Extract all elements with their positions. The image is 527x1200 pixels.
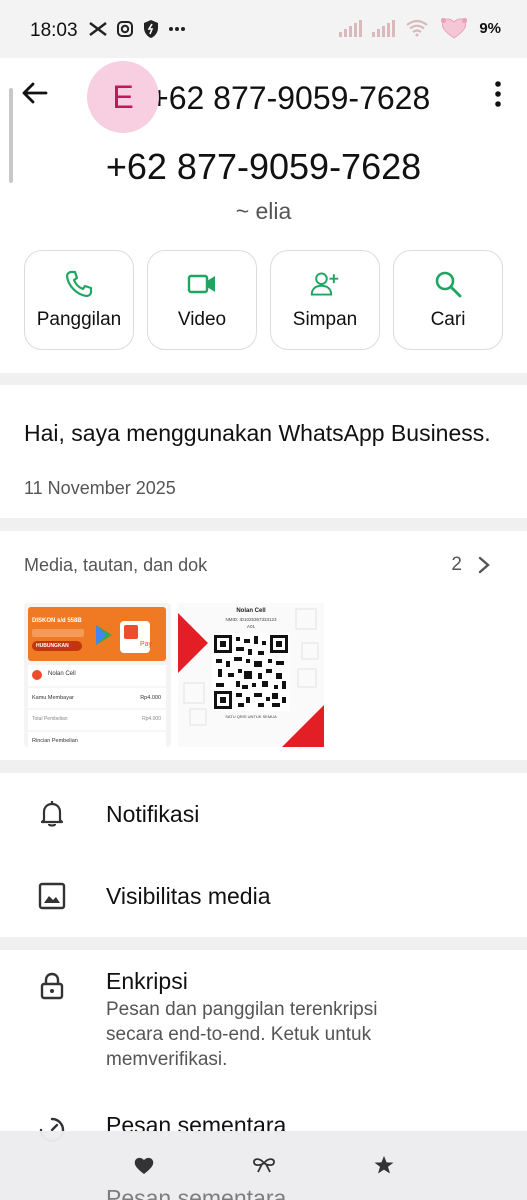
- video-label: Video: [177, 309, 227, 330]
- notifications-row[interactable]: Notifikasi: [0, 773, 527, 855]
- signal-1-icon: [339, 19, 363, 37]
- search-button[interactable]: Cari: [393, 250, 503, 350]
- qris-merchant: Nolan Cell: [236, 608, 266, 614]
- shield-icon: [144, 20, 158, 38]
- capcut-icon: [89, 22, 107, 36]
- instagram-icon: [117, 21, 133, 37]
- signal-2-icon: [372, 19, 396, 37]
- settings-group-media: Notifikasi Visibilitas media: [0, 773, 527, 937]
- encryption-title: Enkripsi: [106, 968, 188, 994]
- media-thumbnail-receipt[interactable]: DISKON s/d 558B HUBUNGKAN Pay Nolan Cell…: [24, 603, 171, 747]
- about-text: Hai, saya menggunakan WhatsApp Business.: [24, 420, 491, 446]
- receipt-paid-label: Kamu Membayar: [32, 695, 74, 701]
- heart-icon[interactable]: [133, 1155, 155, 1175]
- receipt-pay-logo: Pay: [140, 641, 153, 648]
- contact-phone: +62 877-9059-7628: [105, 146, 422, 187]
- media-visibility-label: Visibilitas media: [106, 883, 271, 909]
- back-arrow-icon[interactable]: [20, 78, 50, 108]
- save-contact-button[interactable]: Simpan: [270, 250, 380, 350]
- add-contact-icon: [310, 272, 339, 296]
- bottom-ghost-text: Pesan sementara: [106, 1185, 287, 1200]
- media-visibility-row[interactable]: Visibilitas media: [0, 855, 527, 937]
- receipt-image: [24, 603, 171, 747]
- search-label: Cari: [430, 309, 466, 330]
- phone-icon: [65, 270, 93, 298]
- receipt-merchant: Nolan Cell: [48, 671, 76, 677]
- status-system-icons: 9%: [339, 16, 501, 40]
- encryption-description: Pesan dan panggilan terenkripsi secara e…: [106, 999, 378, 1070]
- bow-icon[interactable]: [252, 1155, 276, 1175]
- receipt-paid-value: Rp4.000: [140, 695, 161, 701]
- avatar[interactable]: E: [87, 61, 159, 133]
- call-label: Panggilan: [36, 309, 122, 330]
- status-time: 18:03: [30, 20, 78, 41]
- battery-percent: 9%: [479, 19, 501, 37]
- wifi-icon: [406, 19, 428, 37]
- more-dots-icon: [169, 27, 185, 31]
- receipt-total-label: Total Pembelian: [32, 716, 68, 722]
- qris-footer: SATU QRIS UNTUK SEMUA: [225, 714, 277, 719]
- qris-code: A01: [246, 624, 255, 629]
- notifications-label: Notifikasi: [106, 801, 200, 827]
- receipt-total-value: Rp4.000: [142, 716, 161, 722]
- search-icon: [435, 271, 462, 298]
- encryption-row[interactable]: Enkripsi Pesan dan panggilan terenkripsi…: [0, 950, 527, 1090]
- star-icon[interactable]: [373, 1155, 395, 1175]
- battery-icon: [441, 18, 468, 39]
- chevron-right-icon[interactable]: [476, 555, 492, 575]
- video-button[interactable]: Video: [147, 250, 257, 350]
- contact-push-name: ~ elia: [235, 198, 292, 224]
- receipt-details-label: Rincian Pembelian: [32, 738, 78, 744]
- more-vertical-icon[interactable]: [493, 80, 503, 108]
- about-section[interactable]: Hai, saya menggunakan WhatsApp Business.…: [0, 385, 527, 518]
- bell-icon: [40, 801, 64, 827]
- media-thumbnail-qris[interactable]: Nolan Cell NMID: ID1025367333123 A01 SAT…: [178, 603, 324, 747]
- image-icon: [38, 882, 66, 910]
- status-bar: 18:03 9%: [0, 0, 527, 58]
- media-section: Media, tautan, dan dok 2 DISKON s/d 558B…: [0, 531, 527, 760]
- bottom-toolbar: Pesan sementara: [0, 1131, 527, 1200]
- call-button[interactable]: Panggilan: [24, 250, 134, 350]
- receipt-connect-button: HUBUNGKAN: [36, 643, 69, 649]
- about-date: 11 November 2025: [24, 478, 176, 498]
- header-title: +62 877-9059-7628: [150, 80, 431, 116]
- contact-header: +62 877-9059-7628 E +62 877-9059-7628 ~ …: [0, 58, 527, 373]
- media-title[interactable]: Media, tautan, dan dok: [24, 555, 207, 576]
- action-buttons: Panggilan Video Simpan Cari: [24, 250, 503, 350]
- receipt-banner-text: DISKON s/d 558B: [32, 618, 82, 624]
- qris-nmid: NMID: ID1025367333123: [225, 617, 277, 622]
- video-icon: [187, 274, 215, 294]
- lock-icon: [40, 972, 64, 1000]
- media-count[interactable]: 2: [451, 554, 462, 576]
- status-notification-icons: [88, 19, 186, 39]
- save-label: Simpan: [292, 309, 358, 330]
